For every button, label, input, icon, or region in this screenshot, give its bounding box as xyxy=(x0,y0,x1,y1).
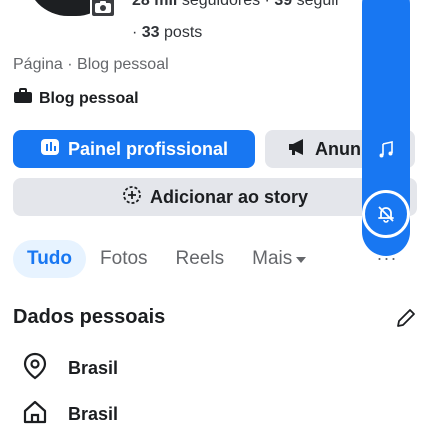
briefcase-icon xyxy=(13,88,33,109)
edit-pencil-icon[interactable] xyxy=(394,306,418,330)
home-label: Brasil xyxy=(68,404,119,424)
followers-count[interactable]: 28 mil xyxy=(132,0,177,9)
home-icon xyxy=(22,399,48,430)
professional-panel-label: Painel profissional xyxy=(67,138,229,159)
tab-all[interactable]: Tudo xyxy=(13,240,87,278)
posts-count: 33 xyxy=(141,24,160,41)
followers-label: seguidores xyxy=(181,0,261,9)
bell-off-icon[interactable] xyxy=(362,190,410,238)
camera-icon[interactable] xyxy=(90,0,116,18)
tab-more-label: Mais xyxy=(252,248,293,269)
personal-data-location: Brasil xyxy=(22,352,118,385)
profile-tabs: Tudo Fotos Reels Mais xyxy=(13,240,320,278)
posts-stats: · 33 posts xyxy=(132,24,202,42)
megaphone-icon xyxy=(287,138,307,161)
posts-label: posts xyxy=(164,24,203,41)
personal-data-title: Dados pessoais xyxy=(13,306,166,328)
following-label: seguir xyxy=(296,0,341,9)
page-category: Página · Blog pessoal xyxy=(13,56,169,73)
category-badge: Blog pessoal xyxy=(13,88,139,109)
dashboard-icon xyxy=(40,137,60,162)
tab-more[interactable]: Mais xyxy=(238,240,320,278)
music-note-icon[interactable] xyxy=(362,130,410,170)
category-badge-label: Blog pessoal xyxy=(39,89,139,107)
professional-panel-button[interactable]: Painel profissional xyxy=(13,130,255,168)
tab-photos[interactable]: Fotos xyxy=(86,240,162,278)
add-story-icon xyxy=(122,185,142,210)
tab-reels[interactable]: Reels xyxy=(162,240,239,278)
caret-down-icon xyxy=(296,248,307,270)
stats-separator: · xyxy=(132,24,138,41)
following-count[interactable]: 39 xyxy=(274,0,292,9)
followers-stats: 28 mil seguidores · 39 seguir xyxy=(132,0,340,10)
add-story-label: Adicionar ao story xyxy=(149,186,309,207)
location-pin-icon xyxy=(22,352,48,385)
ads-label: Anun xyxy=(315,138,361,159)
add-story-button[interactable]: Adicionar ao story xyxy=(13,178,417,216)
location-label: Brasil xyxy=(68,358,119,378)
stats-separator: · xyxy=(264,0,270,9)
personal-data-home: Brasil xyxy=(22,399,118,430)
